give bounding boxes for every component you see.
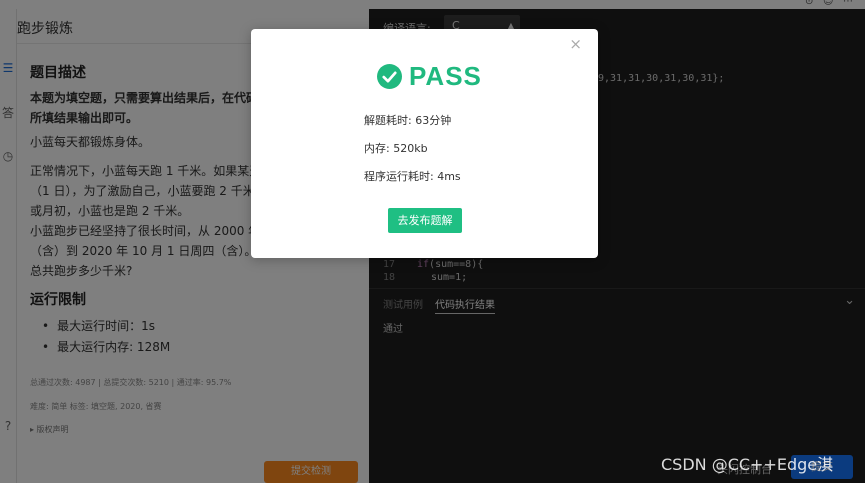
memory-usage: 内存: 520kb [364, 142, 428, 155]
close-icon[interactable]: × [569, 35, 582, 53]
result-modal: × PASS 解题耗时: 63分钟 内存: 520kb 程序运行耗时: 4ms … [251, 29, 598, 258]
time-spent: 解题耗时: 63分钟 [364, 114, 452, 127]
pass-label: PASS [409, 61, 482, 91]
publish-solution-button[interactable]: 去发布题解 [388, 208, 462, 233]
csdn-watermark: CSDN @CC++Edge淇 [661, 455, 834, 474]
run-time: 程序运行耗时: 4ms [364, 170, 461, 183]
check-circle-icon [377, 64, 402, 89]
